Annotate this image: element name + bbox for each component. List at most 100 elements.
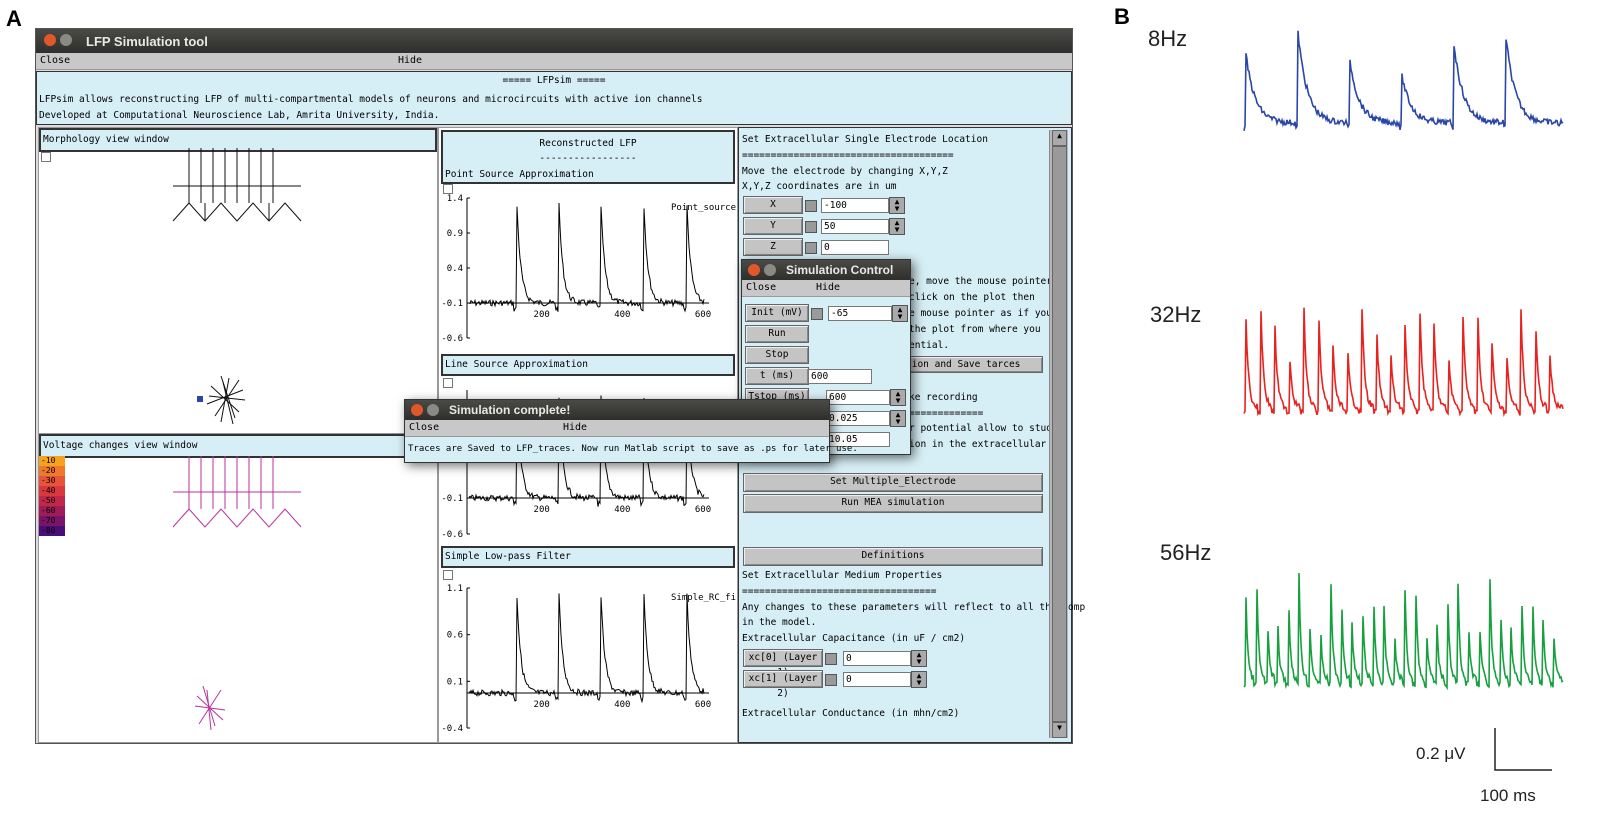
xc1-input[interactable]: 0 bbox=[843, 672, 911, 687]
plot-1-title-box: Line Source Approximation bbox=[441, 354, 735, 376]
medium-separator: ================================== bbox=[742, 586, 937, 597]
t-button[interactable]: t (ms) bbox=[745, 367, 809, 385]
complete-minimize-icon[interactable] bbox=[427, 404, 439, 416]
lfp-plot-point-source[interactable]: 1.4 0.9 0.4 -0.1 -0.6 200 400 600 Point_source bbox=[439, 188, 737, 348]
medium-title: Set Extracellular Medium Properties bbox=[742, 570, 943, 581]
complete-title: Simulation complete! bbox=[449, 403, 571, 417]
init-toggle[interactable] bbox=[811, 308, 823, 320]
run-mea-button[interactable]: Run MEA simulation bbox=[743, 494, 1043, 513]
trace-32hz bbox=[1243, 307, 1564, 418]
set-multiple-electrode-button[interactable]: Set Multiple_Electrode bbox=[743, 473, 1043, 492]
y-tick-label: -0.6 bbox=[441, 530, 463, 540]
electrode-marker bbox=[197, 396, 203, 402]
series-label: Point_source bbox=[671, 203, 736, 213]
menu-hide[interactable]: Hide bbox=[398, 55, 422, 66]
conductance-title: Extracellular Conductance (in mhn/cm2) bbox=[742, 708, 960, 719]
electrode-separator: ===================================== bbox=[742, 150, 954, 161]
complete-menu: Close Hide bbox=[405, 420, 829, 437]
info-line-2: Developed at Computational Neuroscience … bbox=[39, 110, 440, 121]
coord-y-toggle[interactable] bbox=[805, 221, 817, 233]
sim-control-title: Simulation Control bbox=[786, 263, 894, 277]
init-spinner[interactable]: ▲ ▼ bbox=[892, 305, 908, 322]
x-tick-label: 200 bbox=[534, 310, 550, 320]
lfp-title: Reconstructed LFP bbox=[539, 138, 637, 149]
complete-message: Traces are Saved to LFP_traces. Now run … bbox=[408, 444, 858, 454]
frequency-trace bbox=[1243, 307, 1564, 418]
scroll-down-icon[interactable]: ▼ bbox=[1052, 722, 1067, 738]
tstop-spinner[interactable]: ▲ ▼ bbox=[890, 389, 906, 406]
minimize-icon[interactable] bbox=[60, 34, 72, 46]
frequency-trace bbox=[1243, 30, 1564, 131]
coord-x-spinner[interactable]: ▲ ▼ bbox=[889, 197, 905, 214]
complete-titlebar[interactable]: Simulation complete! bbox=[405, 400, 829, 420]
partial-line-1: e, move the mouse pointer o bbox=[909, 276, 1064, 287]
run-button[interactable]: Run bbox=[745, 325, 809, 343]
xc0-spinner[interactable]: ▲ ▼ bbox=[911, 650, 927, 667]
trace-56hz bbox=[1243, 572, 1564, 691]
sim-control-menu-close[interactable]: Close bbox=[746, 282, 776, 293]
save-traces-button[interactable]: cion and Save tarces bbox=[899, 356, 1043, 373]
coord-x-toggle[interactable] bbox=[805, 200, 817, 212]
x-tick-label: 600 bbox=[695, 310, 711, 320]
partial-line-5: ential. bbox=[909, 340, 950, 351]
coord-x-input[interactable]: -100 bbox=[821, 198, 889, 213]
panel-a-label: A bbox=[6, 6, 22, 31]
sim-control-titlebar[interactable]: Simulation Control bbox=[742, 260, 910, 280]
morphology-neuron-drawing bbox=[172, 148, 302, 425]
x-tick-label: 600 bbox=[695, 700, 711, 710]
coord-y-spinner[interactable]: ▲ ▼ bbox=[889, 218, 905, 235]
stop-button[interactable]: Stop bbox=[745, 346, 809, 364]
dt-input[interactable]: 0.025 bbox=[826, 411, 890, 426]
scale-voltage-label: 0.2 μV bbox=[1416, 744, 1466, 763]
xc0-button[interactable]: xc[0] (Layer 1) bbox=[743, 649, 823, 678]
t-input[interactable]: 600 bbox=[808, 369, 872, 384]
x-tick-label: 400 bbox=[614, 310, 630, 320]
coord-z-input[interactable]: 0 bbox=[821, 240, 889, 255]
medium-help-2: in the model. bbox=[742, 617, 817, 628]
coord-x-button[interactable]: X bbox=[743, 196, 803, 214]
info-line-1: LFPsim allows reconstructing LFP of mult… bbox=[39, 94, 703, 105]
trace-label-56hz: 56Hz bbox=[1160, 540, 1212, 565]
sim-control-close-icon[interactable] bbox=[748, 264, 760, 276]
sim-control-menu-hide[interactable]: Hide bbox=[816, 282, 840, 293]
coord-y-input[interactable]: 50 bbox=[821, 219, 889, 234]
tstop-input[interactable]: 600 bbox=[826, 390, 890, 405]
xc1-button[interactable]: xc[1] (Layer 2) bbox=[743, 670, 823, 699]
close-icon[interactable] bbox=[44, 34, 56, 46]
sim-control-menu: Close Hide bbox=[742, 280, 910, 297]
window-titlebar[interactable]: LFP Simulation tool bbox=[36, 29, 1072, 53]
lfp-dashes: ----------------- bbox=[539, 153, 637, 164]
electrode-help-1: Move the electrode by changing X,Y,Z bbox=[742, 166, 948, 177]
init-button[interactable]: Init (mV) ↵ bbox=[745, 304, 809, 333]
morphology-view[interactable]: Morphology view window bbox=[38, 127, 438, 435]
voltage-view[interactable]: Voltage changes view window -10 -20 -30 -40… bbox=[38, 433, 438, 743]
xc0-toggle[interactable] bbox=[825, 653, 837, 665]
trace-label-8hz: 8Hz bbox=[1148, 26, 1188, 51]
scroll-thumb[interactable] bbox=[1052, 146, 1067, 722]
sim-control-minimize-icon[interactable] bbox=[764, 264, 776, 276]
coord-y-button[interactable]: Y bbox=[743, 217, 803, 235]
recording-partial: ke recording bbox=[909, 392, 978, 403]
dt-spinner[interactable]: ▲ ▼ bbox=[890, 410, 906, 427]
x-tick-label: 200 bbox=[534, 700, 550, 710]
complete-menu-hide[interactable]: Hide bbox=[563, 422, 587, 433]
menu-close[interactable]: Close bbox=[40, 55, 70, 66]
xc0-input[interactable]: 0 bbox=[843, 651, 911, 666]
lfp-plot-lowpass[interactable]: 1.1 0.6 0.1 -0.4 200 400 600 Simple_RC_fi bbox=[439, 578, 737, 738]
panel-scrollbar[interactable]: ▲ ▼ bbox=[1049, 130, 1068, 738]
recording-line-2: ion in the extracellular m bbox=[909, 439, 1058, 450]
y-tick-label: -0.1 bbox=[441, 494, 463, 504]
recording-line-1: r potential allow to study bbox=[909, 423, 1058, 434]
coord-z-toggle[interactable] bbox=[805, 242, 817, 254]
xc1-toggle[interactable] bbox=[825, 674, 837, 686]
coord-z-button[interactable]: Z bbox=[743, 238, 803, 256]
complete-close-icon[interactable] bbox=[411, 404, 423, 416]
init-input[interactable]: -65 bbox=[828, 306, 892, 321]
y-tick-label: -0.6 bbox=[441, 334, 463, 344]
definitions-button[interactable]: Definitions bbox=[743, 547, 1043, 566]
xc1-spinner[interactable]: ▲ ▼ bbox=[911, 671, 927, 688]
x-tick-label: 400 bbox=[614, 505, 630, 515]
scroll-up-icon[interactable]: ▲ bbox=[1052, 130, 1067, 146]
x-tick-label: 400 bbox=[614, 700, 630, 710]
complete-menu-close[interactable]: Close bbox=[409, 422, 439, 433]
